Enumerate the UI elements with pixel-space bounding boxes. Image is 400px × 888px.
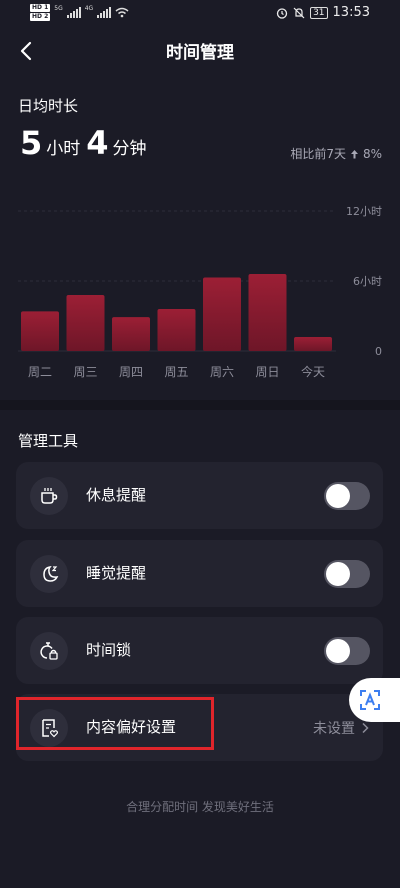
- signal-icon: [66, 7, 81, 18]
- mute-icon: [293, 7, 305, 18]
- bar-周六[interactable]: [203, 277, 241, 352]
- status-left: HD 1 HD 2 5G 4G: [30, 4, 129, 21]
- hd-indicators: HD 1 HD 2: [30, 4, 51, 21]
- toggle-knob: [326, 639, 350, 663]
- toggle-knob: [326, 562, 350, 586]
- sleep-reminder-toggle[interactable]: [324, 560, 370, 588]
- time-lock-toggle[interactable]: [324, 637, 370, 665]
- footer-slogan: 合理分配时间 发现美好生活: [126, 800, 274, 814]
- usage-chart: 0 6小时 12小时周二 周三 周四 周五 周六 周日 今天: [18, 205, 382, 379]
- comparison-value: 8%: [362, 146, 382, 161]
- moon-icon: [30, 555, 68, 593]
- daily-average-label: 日均时长: [18, 97, 79, 115]
- y-tick-label: 0: [375, 345, 382, 358]
- hours-unit: 小时: [46, 139, 81, 159]
- x-tick-label: 周二: [28, 365, 52, 379]
- x-tick-label: 周日: [255, 365, 279, 379]
- toggle-knob: [326, 484, 350, 508]
- y-tick-label: 12小时: [346, 205, 382, 218]
- daily-average-value: 5 小时 4 分钟: [20, 124, 153, 162]
- x-tick-label: 今天: [301, 364, 325, 379]
- rest-reminder-toggle[interactable]: [324, 482, 370, 510]
- hd1-badge: HD 1: [30, 4, 51, 12]
- battery-indicator: 31: [310, 6, 328, 19]
- bar-周五[interactable]: [157, 309, 196, 351]
- bar-周二[interactable]: [21, 311, 59, 351]
- content-preference-value: 未设置: [313, 718, 369, 738]
- y-tick-label: 6小时: [353, 275, 382, 288]
- wifi-icon: [115, 7, 129, 18]
- tools-section-title: 管理工具: [18, 432, 79, 450]
- network-type-2: 4G: [84, 5, 94, 12]
- section-divider: [0, 400, 400, 410]
- minutes-value: 4: [86, 124, 109, 162]
- time-lock-card[interactable]: 时间锁: [16, 617, 383, 684]
- status-time: 13:53: [332, 5, 370, 20]
- highlight-annotation-box: [16, 697, 214, 750]
- alarm-icon: [276, 7, 288, 19]
- signal-icon-2: [97, 7, 112, 18]
- minutes-unit: 分钟: [112, 139, 147, 159]
- comparison-label: 相比前7天: [290, 147, 346, 161]
- sleep-reminder-card[interactable]: 睡觉提醒: [16, 540, 383, 607]
- timer-lock-icon: [30, 632, 68, 670]
- chevron-right-icon: [362, 722, 369, 734]
- hd2-badge: HD 2: [30, 13, 51, 21]
- rest-reminder-card[interactable]: 休息提醒: [16, 462, 383, 529]
- x-tick-label: 周六: [210, 365, 234, 379]
- cup-icon: [30, 477, 68, 515]
- bar-周三[interactable]: [66, 295, 105, 351]
- time-lock-label: 时间锁: [86, 641, 132, 659]
- network-type-1: 5G: [54, 5, 63, 12]
- bar-周日[interactable]: [248, 274, 287, 351]
- arrow-up-icon: [350, 149, 358, 158]
- x-tick-label: 周五: [164, 365, 188, 379]
- page-title: 时间管理: [166, 43, 234, 63]
- bar-今天[interactable]: [294, 337, 332, 351]
- floating-assistant-button[interactable]: [349, 678, 400, 722]
- x-tick-label: 周三: [73, 365, 97, 379]
- bar-周四[interactable]: [112, 317, 150, 351]
- hours-value: 5: [20, 124, 43, 162]
- text-recognition-icon: [358, 688, 382, 712]
- status-bar: HD 1 HD 2 5G 4G 31 13:53: [0, 0, 400, 28]
- comparison: 相比前7天 8%: [290, 145, 382, 162]
- rest-reminder-label: 休息提醒: [86, 486, 147, 504]
- status-right: 31 13:53: [276, 5, 370, 20]
- sleep-reminder-label: 睡觉提醒: [86, 564, 147, 582]
- content-preference-status: 未设置: [313, 721, 355, 737]
- x-tick-label: 周四: [119, 365, 143, 379]
